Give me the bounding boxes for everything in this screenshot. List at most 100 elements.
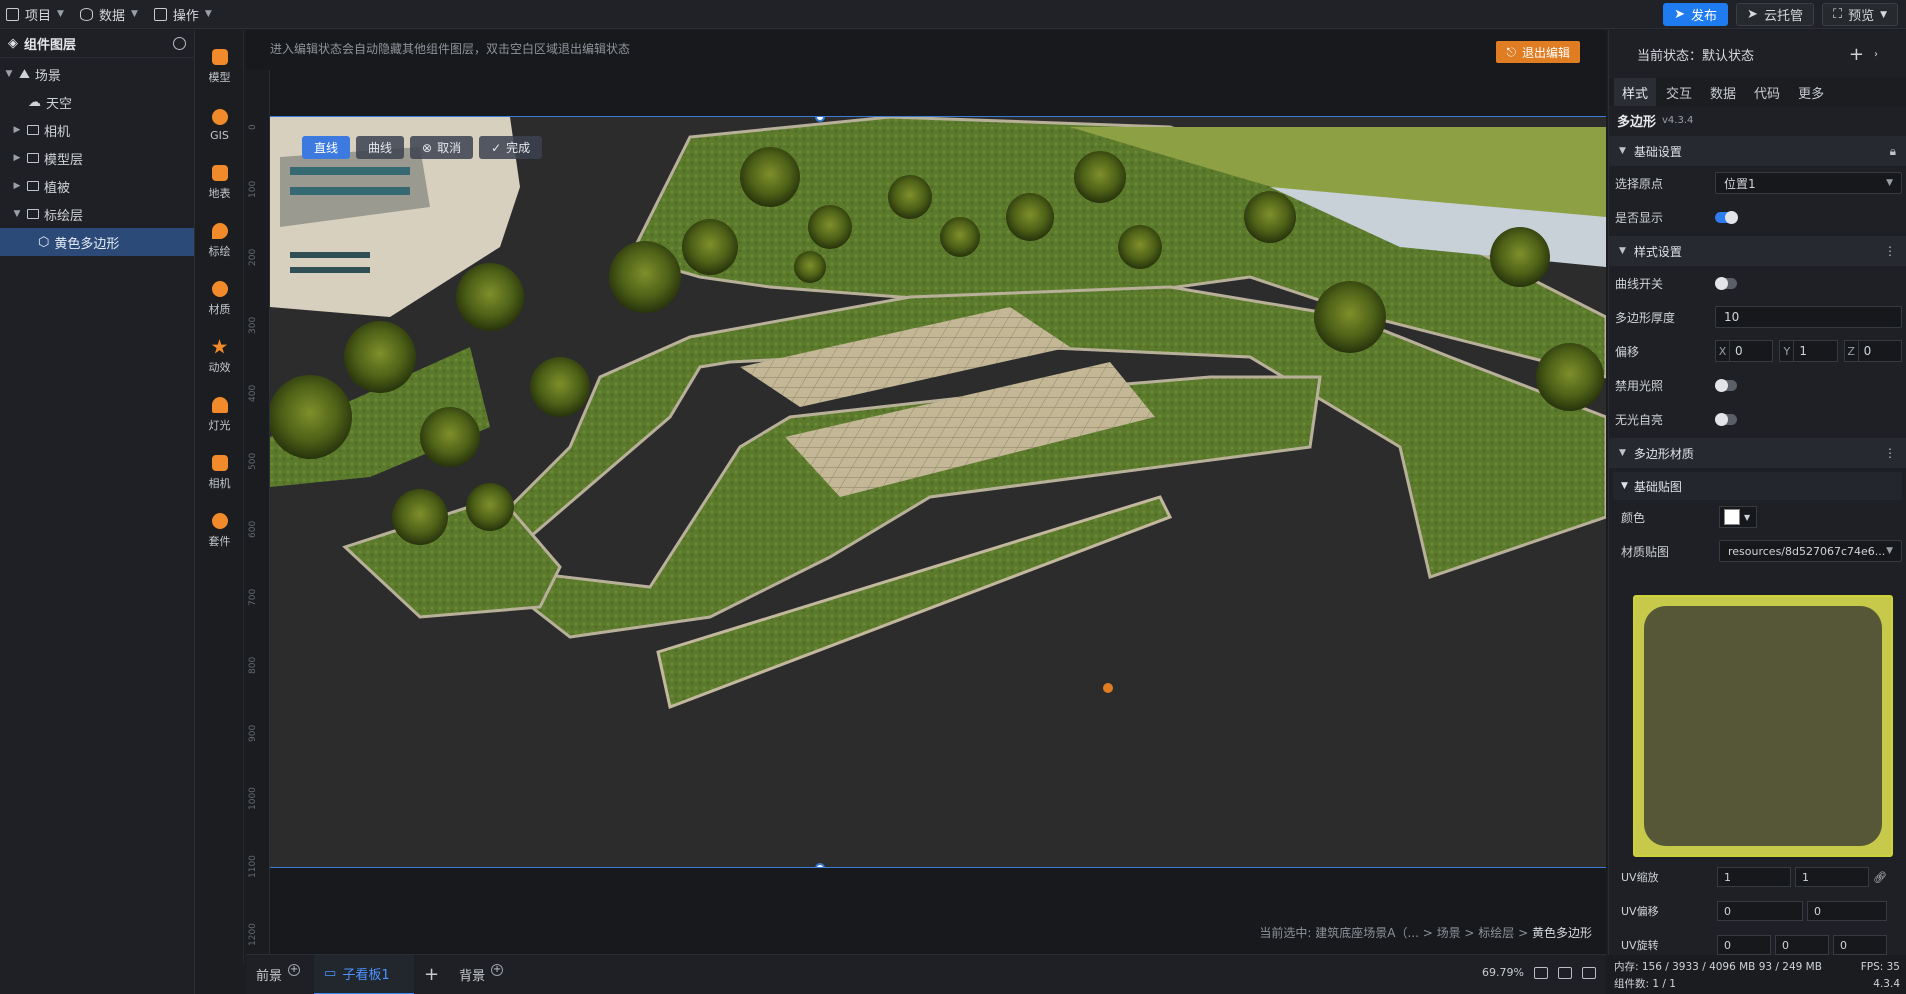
publish-button[interactable]: ➤ 发布 [1663,3,1729,26]
editor-canvas[interactable]: 进入编辑状态会自动隐藏其他组件图层，双击空白区域退出编辑状态 ⎋ 退出编辑 0 1… [246,30,1606,954]
tool-model[interactable]: 模型 [196,38,243,96]
fit-screen-icon[interactable] [1534,966,1548,979]
tab-data[interactable]: 数据 [1702,78,1744,106]
plus-icon[interactable]: + [1849,44,1864,65]
input-value: 0 [1782,938,1789,952]
tool-plot[interactable]: 标绘 [196,212,243,270]
subsection-basic-map[interactable]: ▼ 基础贴图 [1613,472,1902,500]
terminal-icon[interactable] [1582,966,1596,979]
field-label: 是否显示 [1615,210,1664,225]
uv-offset-v-input[interactable]: 0 [1807,901,1887,921]
exit-edit-button[interactable]: ⎋ 退出编辑 [1496,41,1580,63]
state-label: 当前状态：默认状态 [1637,48,1755,64]
uv-rotate-y-input[interactable]: 0 [1775,935,1829,955]
color-picker[interactable]: ▼ [1719,506,1757,528]
menu-label: 项目 [25,8,52,24]
uv-rotate-z-input[interactable]: 0 [1833,935,1887,955]
input-value: 0 [1735,344,1743,358]
more-vertical-icon[interactable]: ⋮ [1884,244,1896,258]
tab-more[interactable]: 更多 [1790,78,1832,106]
preview-button[interactable]: ⛶ 预览 ▼ [1821,3,1898,26]
link-icon[interactable]: 🔗︎ [1873,871,1887,884]
tree-item-sky[interactable]: ☁ 天空 [0,88,194,116]
ruler-label: 0 [248,124,258,130]
tree-item-yellow-polygon[interactable]: ⬡ 黄色多边形 [0,228,194,256]
offset-row: 偏移 X0 Y1 Z0 [1609,334,1906,368]
chevron-down-icon[interactable]: ▼ [12,209,22,219]
tab-subboard-1[interactable]: ▭ 子看板1 [314,954,415,994]
uv-scale-v-input[interactable]: 1 [1795,867,1869,887]
keyboard-icon[interactable] [1558,966,1572,979]
tool-kit[interactable]: 套件 [196,502,243,560]
add-board-button[interactable]: + [414,955,449,994]
section-material[interactable]: ▼ 多边形材质 ⋮ [1609,438,1906,468]
tool-gis[interactable]: GIS [196,96,243,154]
offset-y-input[interactable]: Y1 [1779,340,1838,362]
tree-item-camera[interactable]: ▶ 相机 [0,116,194,144]
marker-dot [1103,683,1113,693]
tool-material[interactable]: 材质 [196,270,243,328]
section-style[interactable]: ▼ 样式设置 ⋮ [1609,236,1906,266]
chevron-down-icon: ▼ [1886,546,1893,556]
menu-project[interactable]: 项目 ▼ [0,0,74,29]
uv-offset-u-input[interactable]: 0 [1717,901,1803,921]
chevron-right-icon[interactable]: › [1874,49,1878,60]
tab-foreground[interactable]: 前景 + [246,955,310,994]
publish-label: 发布 [1691,9,1718,24]
lock-icon[interactable]: 🔒︎ [1890,144,1896,159]
folder-icon [27,125,39,135]
curve-toggle[interactable] [1715,276,1737,290]
add-circle-icon[interactable]: + [288,963,301,976]
offset-x-input[interactable]: X0 [1715,340,1774,362]
tool-terrain[interactable]: 地表 [196,154,243,212]
no-glow-toggle[interactable] [1715,412,1737,426]
origin-select[interactable]: 位置1 ▼ [1715,172,1902,194]
tree-item-plot-layer[interactable]: ▼ 标绘层 [0,200,194,228]
search-icon[interactable] [173,37,186,50]
thickness-input[interactable]: 10 [1715,306,1902,328]
disable-light-toggle[interactable] [1715,378,1737,392]
section-basic[interactable]: ▼ 基础设置 🔒︎ [1609,136,1906,166]
texture-select[interactable]: resources/8d527067c74e6... ▼ [1719,540,1902,562]
uv-scale-u-input[interactable]: 1 [1717,867,1791,887]
tree-item-scene[interactable]: ▼ ⛰ 场景 [0,60,194,88]
offset-z-input[interactable]: Z0 [1843,340,1902,362]
chevron-down-icon: ▼ [1619,246,1626,256]
memory-readout: 内存: 156 / 3933 / 4096 MB 93 / 249 MB [1614,961,1822,973]
visible-toggle[interactable] [1715,210,1738,224]
add-circle-icon[interactable]: + [491,963,504,976]
texture-preview[interactable] [1633,595,1893,857]
chevron-right-icon[interactable]: ▶ [12,153,22,163]
menu-data[interactable]: 数据 ▼ [74,0,148,29]
cloud-hosting-button[interactable]: ➤ 云托管 [1736,3,1814,26]
tab-interaction[interactable]: 交互 [1658,78,1700,106]
curve-button[interactable]: 曲线 [356,136,405,159]
done-button[interactable]: ✓ 完成 [479,136,543,159]
component-name: 多边形 [1617,114,1657,130]
check-circle-icon: ✓ [491,140,502,155]
tab-code[interactable]: 代码 [1746,78,1788,106]
menu-operation[interactable]: 操作 ▼ [148,0,222,29]
folder-icon [27,153,39,163]
3d-scene-viewport[interactable]: 直线 曲线 ⊗ 取消 ✓ 完成 [270,116,1606,868]
tab-style[interactable]: 样式 [1614,78,1657,106]
chevron-right-icon[interactable]: ▶ [12,125,22,135]
chevron-down-icon[interactable]: ▼ [4,69,14,79]
tree-item-vegetation[interactable]: ▶ 植被 [0,172,194,200]
straight-line-button[interactable]: 直线 [302,136,351,159]
more-vertical-icon[interactable]: ⋮ [1884,446,1896,460]
tool-label: 套件 [208,535,231,548]
tab-background[interactable]: 背景 + [449,955,513,994]
component-count: 组件数: 1 / 1 [1614,978,1676,990]
state-selector[interactable]: 当前状态：默认状态 + › [1609,30,1906,78]
uv-rotate-x-input[interactable]: 0 [1717,935,1771,955]
axis-label: Y [1780,341,1795,361]
tool-camera[interactable]: 相机 [196,444,243,502]
tool-light[interactable]: 灯光 [196,386,243,444]
tree-item-model-layer[interactable]: ▶ 模型层 [0,144,194,172]
field-label: 曲线开关 [1615,276,1664,291]
chevron-right-icon[interactable]: ▶ [12,181,22,191]
chevron-down-icon: ▼ [130,9,138,19]
cancel-button[interactable]: ⊗ 取消 [410,136,474,159]
tool-effect[interactable]: 动效 [196,328,243,386]
